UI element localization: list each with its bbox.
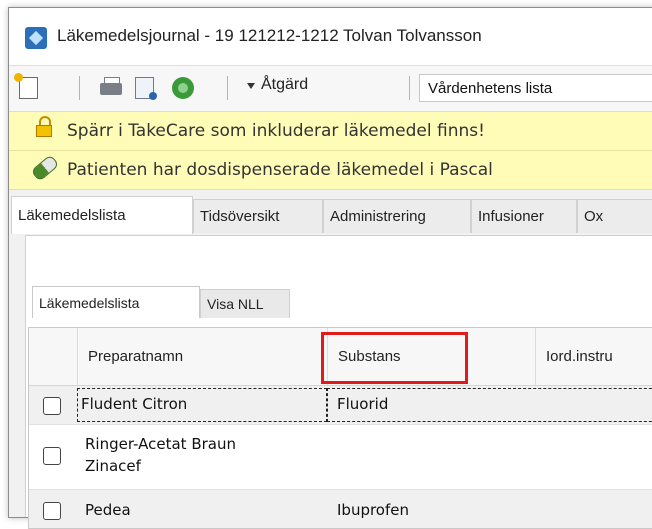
cell-substans: Fluorid [337,395,389,413]
table-row[interactable]: Ringer-Acetat Braun Zinacef [29,425,652,490]
column-header-preparatnamn[interactable]: Preparatnamn [77,328,327,385]
cell-preparatnamn-line2: Zinacef [85,457,141,475]
subtab-visa-nll[interactable]: Visa NLL [200,289,290,318]
toolbar: Åtgärd Vårdenhetens lista [9,66,652,112]
title-bar: Läkemedelsjournal - 19 121212-1212 Tolva… [9,8,652,66]
action-menu-button[interactable]: Åtgärd [261,76,308,94]
lock-icon [36,116,52,138]
tab-administrering[interactable]: Administrering [323,199,471,233]
row-checkbox[interactable] [43,447,61,465]
banner-text: Patienten har dosdispenserade läkemedel … [67,160,493,180]
new-document-icon[interactable] [14,73,38,99]
highlight-box [321,332,468,384]
refresh-icon[interactable] [172,77,194,99]
banner-text: Spärr i TakeCare som inkluderar läkemede… [67,121,485,141]
dropdown-arrow-icon[interactable] [247,83,255,89]
window-title: Läkemedelsjournal - 19 121212-1212 Tolva… [57,26,482,45]
lock-warning-banner: Spärr i TakeCare som inkluderar läkemede… [9,112,652,151]
toolbar-separator [79,76,80,100]
column-header-iord-instru[interactable]: Iord.instru [535,328,652,385]
print-preview-icon[interactable] [135,77,157,100]
tab-lakemedelslista[interactable]: Läkemedelslista [11,196,193,234]
tab-ox[interactable]: Ox [577,199,652,233]
cell-preparatnamn: Pedea [85,501,131,519]
pill-icon [30,154,60,182]
list-selector[interactable]: Vårdenhetens lista [419,74,652,102]
main-tabs: Läkemedelslista Tidsöversikt Administrer… [9,191,652,235]
toolbar-separator [227,76,228,100]
tab-infusioner[interactable]: Infusioner [471,199,577,233]
print-icon[interactable] [100,77,122,99]
row-checkbox[interactable] [43,397,61,415]
dose-dispensing-banner: Patienten har dosdispenserade läkemedel … [9,151,652,190]
cell-substans: Ibuprofen [337,501,410,519]
table-row[interactable]: Fludent Citron Fluorid [29,386,652,425]
cell-preparatnamn: Fludent Citron [81,395,188,413]
toolbar-separator [409,76,410,100]
app-icon [25,27,47,49]
table-row[interactable]: Pedea Ibuprofen [29,490,652,528]
tab-tidsoversikt[interactable]: Tidsöversikt [193,199,323,233]
row-checkbox[interactable] [43,502,61,520]
cell-preparatnamn-line1: Ringer-Acetat Braun [85,435,236,453]
subtab-lakemedelslista[interactable]: Läkemedelslista [32,286,200,318]
